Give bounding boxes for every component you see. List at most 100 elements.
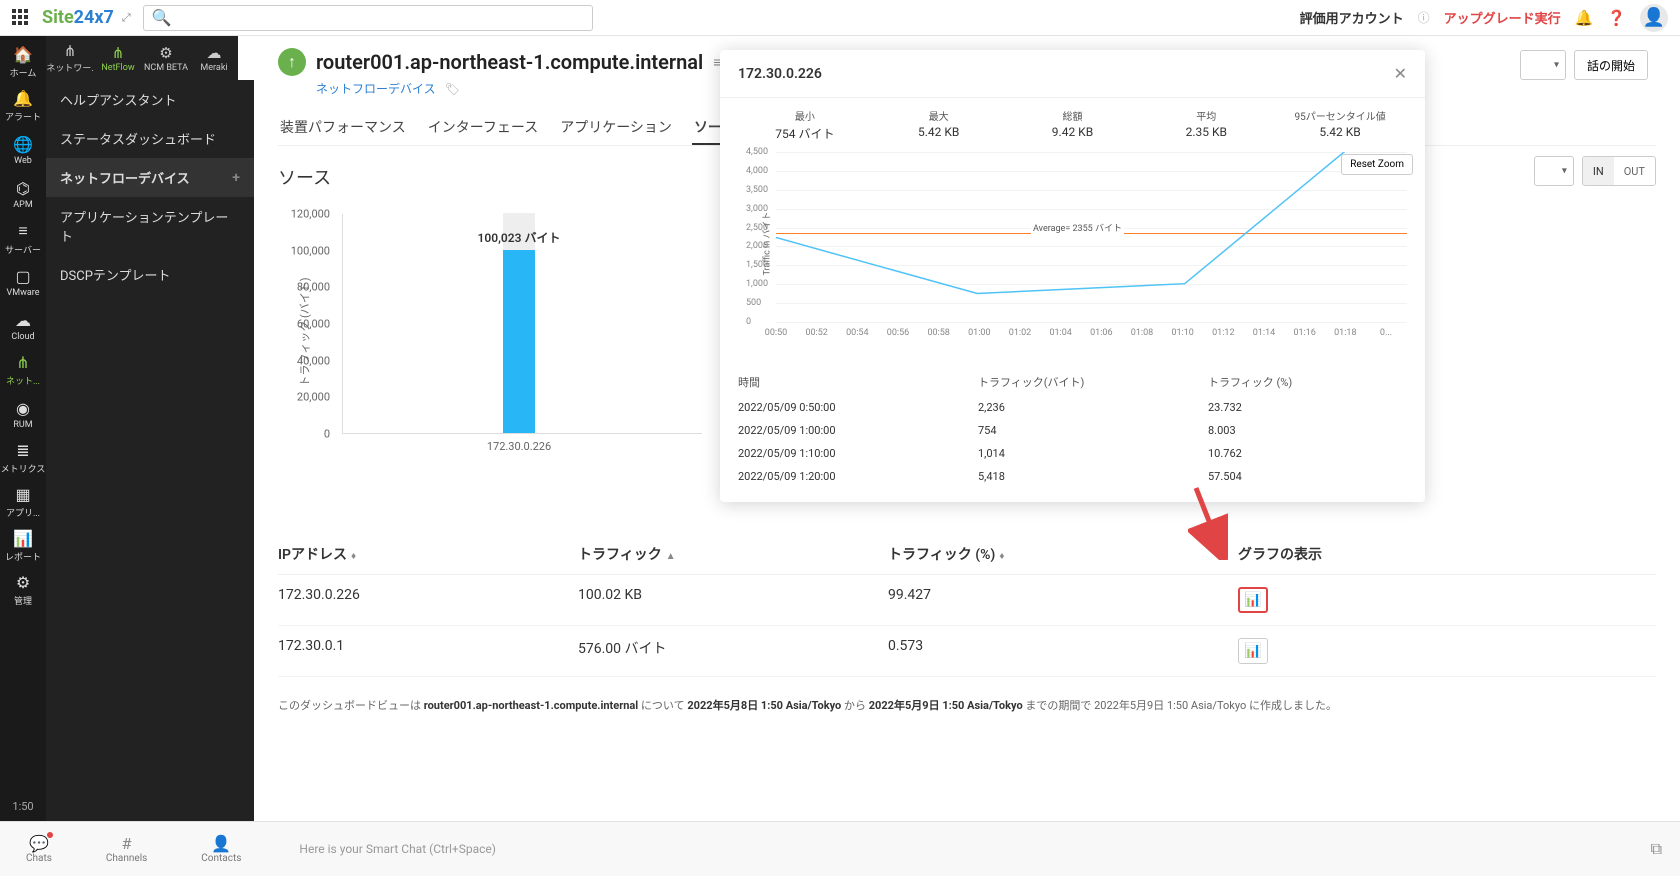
- rail-item-6[interactable]: ☁Cloud: [0, 304, 46, 348]
- rail-icon: 📊: [13, 529, 33, 548]
- help-icon[interactable]: ❓: [1607, 9, 1626, 27]
- rail-icon: ▦: [15, 485, 30, 504]
- source-table: IPアドレス♦ トラフィック▲ トラフィック (%)♦ グラフの表示 172.3…: [278, 534, 1656, 677]
- lc-ytick: 2,500: [746, 223, 768, 233]
- dropdown-2[interactable]: [1534, 156, 1574, 186]
- search-box[interactable]: 🔍: [143, 5, 593, 31]
- col-pct[interactable]: トラフィック (%)♦: [888, 544, 1238, 564]
- lc-xtick: 01:14: [1253, 328, 1275, 338]
- rail-icon: ⌬: [16, 179, 30, 198]
- strip-icon: ☁: [207, 44, 222, 62]
- lc-xtick: 01:04: [1049, 328, 1071, 338]
- lc-ytick: 2,000: [746, 241, 768, 251]
- stat: 最大5.42 KB: [872, 108, 1006, 142]
- show-graph-icon[interactable]: 📊: [1238, 638, 1268, 664]
- lc-ytick: 1,000: [746, 279, 768, 289]
- bar-ytick: 20,000: [297, 391, 330, 404]
- rail-item-5[interactable]: ▢VMware: [0, 260, 46, 304]
- lc-xtick: 01:18: [1334, 328, 1356, 338]
- stat: 総額9.42 KB: [1006, 108, 1140, 142]
- dock-item-contacts[interactable]: 👤Contacts: [201, 834, 241, 864]
- start-talk-button[interactable]: 話の開始: [1574, 50, 1648, 80]
- popup-title: 172.30.0.226: [738, 66, 822, 82]
- page-title: router001.ap-northeast-1.compute.interna…: [316, 50, 703, 74]
- lc-xtick: 01:02: [1009, 328, 1031, 338]
- bar[interactable]: [503, 250, 535, 433]
- col-traffic[interactable]: トラフィック▲: [578, 544, 888, 564]
- rail-item-1[interactable]: 🔔アラート: [0, 84, 46, 128]
- lc-ytick: 3,000: [746, 204, 768, 214]
- col-ip[interactable]: IPアドレス♦: [278, 544, 578, 564]
- plus-icon[interactable]: +: [232, 170, 240, 186]
- strip-item-0[interactable]: ⋔ネットワー.: [46, 36, 94, 80]
- lc-xtick: 01:06: [1090, 328, 1112, 338]
- tag-icon[interactable]: 🏷: [445, 82, 460, 96]
- rail-item-0[interactable]: 🏠ホーム: [0, 40, 46, 84]
- rail-time: 1:50: [12, 800, 33, 821]
- rail-item-7[interactable]: ⋔ネット...: [0, 348, 46, 392]
- rail-item-9[interactable]: ≣メトリクス: [0, 436, 46, 480]
- search-input[interactable]: [178, 10, 584, 25]
- tab-0[interactable]: 装置パフォーマンス: [278, 111, 408, 145]
- pt-row: 2022/05/09 1:00:007548.003: [738, 419, 1407, 442]
- menu-item-3[interactable]: アプリケーションテンプレート: [46, 197, 254, 255]
- menu-item-2[interactable]: ネットフローデバイス+: [46, 158, 254, 197]
- bar-value-label: 100,023 バイト: [478, 229, 561, 246]
- dock-expand-icon[interactable]: ⧉: [1651, 839, 1680, 859]
- rail-item-8[interactable]: ◉RUM: [0, 392, 46, 436]
- rail-icon: ⋔: [16, 353, 29, 372]
- tab-1[interactable]: インターフェース: [426, 111, 540, 145]
- rail-item-3[interactable]: ⌬APM: [0, 172, 46, 216]
- dock-item-channels[interactable]: #Channels: [106, 834, 147, 864]
- avatar[interactable]: 👤: [1640, 4, 1668, 32]
- bar-xlabel: 172.30.0.226: [487, 440, 551, 453]
- reset-zoom-button[interactable]: Reset Zoom: [1341, 154, 1413, 175]
- lc-xtick: 00:54: [846, 328, 868, 338]
- strip-item-1[interactable]: ⋔NetFlow: [94, 36, 142, 80]
- rail-item-4[interactable]: ≡サーバー: [0, 216, 46, 260]
- pt-row: 2022/05/09 0:50:002,23623.732: [738, 396, 1407, 419]
- menu-item-1[interactable]: ステータスダッシュボード: [46, 119, 254, 158]
- bar-ytick: 40,000: [297, 354, 330, 367]
- tab-2[interactable]: アプリケーション: [558, 111, 674, 145]
- stat: 平均2.35 KB: [1139, 108, 1273, 142]
- rail-item-2[interactable]: 🌐Web: [0, 128, 46, 172]
- popup-table: 時間 トラフィック(バイト) トラフィック (%) 2022/05/09 0:5…: [720, 362, 1425, 502]
- lc-ytick: 4,500: [746, 147, 768, 157]
- detail-popup: 172.30.0.226 ✕ 最小754 バイト最大5.42 KB総額9.42 …: [720, 50, 1425, 502]
- lc-ytick: 500: [746, 298, 761, 308]
- menu-item-0[interactable]: ヘルプアシスタント: [46, 80, 254, 119]
- dropdown-1[interactable]: [1520, 50, 1566, 80]
- lc-xtick: 01:08: [1131, 328, 1153, 338]
- table-row: 172.30.0.226100.02 KB99.427📊: [278, 575, 1656, 626]
- stat: 最小754 バイト: [738, 108, 872, 142]
- rail-item-10[interactable]: ▦アプリ...: [0, 480, 46, 524]
- breadcrumb-link[interactable]: ネットフローデバイス: [316, 82, 436, 96]
- dock-item-chats[interactable]: 💬Chats: [26, 834, 52, 864]
- lc-xtick: 00:52: [805, 328, 827, 338]
- lc-xtick: 01:00: [968, 328, 990, 338]
- menu-item-4[interactable]: DSCPテンプレート: [46, 255, 254, 294]
- search-icon: 🔍: [152, 8, 172, 27]
- rail-item-11[interactable]: 📊レポート: [0, 524, 46, 568]
- pt-col-pct: トラフィック (%): [1208, 374, 1378, 390]
- apps-grid-icon[interactable]: [12, 9, 30, 27]
- show-graph-icon[interactable]: 📊: [1238, 587, 1268, 613]
- rail-icon: ☁: [15, 311, 31, 330]
- expand-icon[interactable]: ⤢: [122, 11, 131, 25]
- upgrade-link[interactable]: アップグレード実行: [1444, 8, 1561, 27]
- dock-icon: 👤: [211, 834, 231, 853]
- rail-item-12[interactable]: ⚙管理: [0, 568, 46, 612]
- toggle-out[interactable]: OUT: [1614, 157, 1655, 185]
- info-icon[interactable]: ⓘ: [1418, 9, 1430, 26]
- close-icon[interactable]: ✕: [1394, 64, 1407, 83]
- strip-item-2[interactable]: ⚙NCM BETA: [142, 36, 190, 80]
- icon-strip: ⋔ネットワー.⋔NetFlow⚙NCM BETA☁Meraki: [46, 36, 238, 80]
- strip-item-3[interactable]: ☁Meraki: [190, 36, 238, 80]
- bar-chart: トラフィック (バイト) 020,00040,00060,00080,00010…: [278, 214, 738, 494]
- rail-icon: 🏠: [13, 45, 33, 64]
- bell-icon[interactable]: 🔔: [1575, 9, 1594, 27]
- lc-ytick: 1,500: [746, 260, 768, 270]
- toggle-in[interactable]: IN: [1583, 157, 1614, 185]
- smart-chat-hint: Here is your Smart Chat (Ctrl+Space): [299, 842, 496, 856]
